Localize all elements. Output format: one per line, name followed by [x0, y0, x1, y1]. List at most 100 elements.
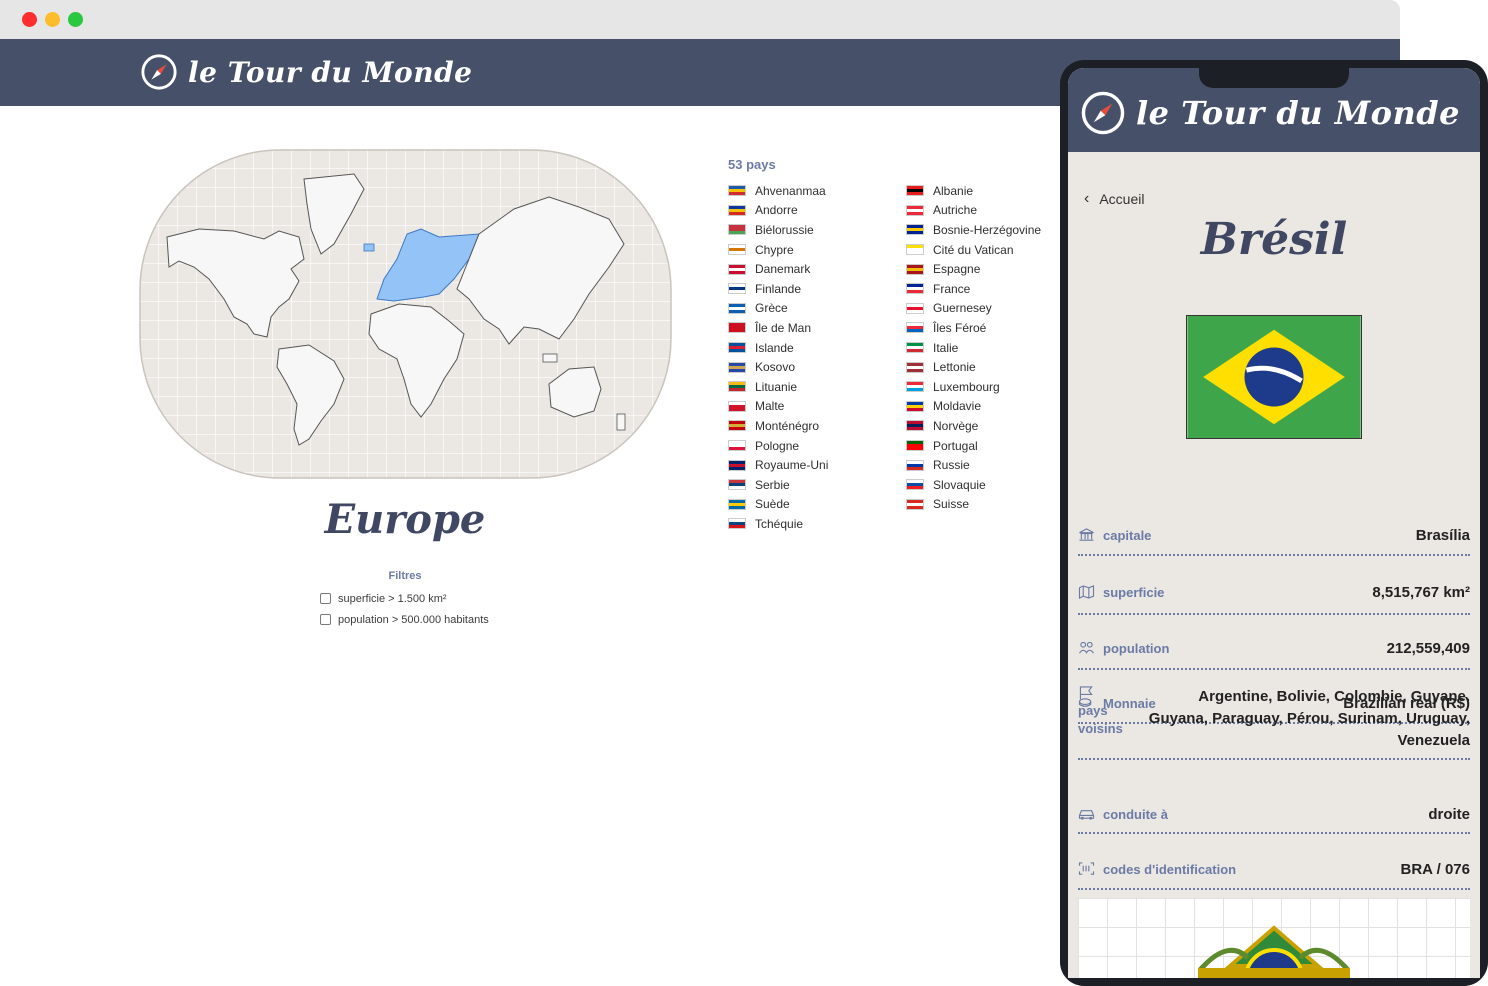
- country-list-item[interactable]: Royaume-Uni: [728, 455, 828, 475]
- country-name: Pologne: [755, 438, 800, 453]
- flag-icon: [728, 440, 746, 452]
- flag-icon: [906, 244, 924, 256]
- country-list-item[interactable]: Malte: [728, 397, 828, 417]
- country-list-item[interactable]: Danemark: [728, 259, 828, 279]
- country-list-item[interactable]: Islande: [728, 338, 828, 358]
- country-list-item[interactable]: Tchéquie: [728, 514, 828, 534]
- country-name: Moldavie: [933, 399, 982, 414]
- compass-icon: [141, 54, 177, 90]
- country-list-item[interactable]: Monténégro: [728, 416, 828, 436]
- compass-icon: [1081, 91, 1125, 135]
- country-list-item[interactable]: Moldavie: [906, 397, 1041, 417]
- fact-row: population 212,559,409: [1078, 628, 1470, 670]
- country-list-item[interactable]: Russie: [906, 455, 1041, 475]
- country-list-item[interactable]: Luxembourg: [906, 377, 1041, 397]
- country-list-item[interactable]: Cité du Vatican: [906, 240, 1041, 260]
- mobile-logo-text: le Tour du Monde: [1136, 94, 1460, 132]
- coat-of-arms-card: [1078, 898, 1470, 978]
- country-list-item[interactable]: Albanie: [906, 181, 1041, 201]
- world-map[interactable]: [139, 149, 672, 479]
- country-list-item[interactable]: Îles Féroé: [906, 318, 1041, 338]
- people-icon: [1079, 641, 1094, 654]
- country-name: Russie: [933, 458, 970, 473]
- country-name: France: [933, 281, 971, 296]
- flag-icon: [728, 479, 746, 491]
- country-name: Îles Féroé: [933, 320, 987, 335]
- fact-row: codes d'identification BRA / 076: [1078, 850, 1470, 890]
- barcode-icon: [1078, 862, 1095, 875]
- country-list-item[interactable]: Espagne: [906, 259, 1041, 279]
- country-list-item[interactable]: Ahvenanmaa: [728, 181, 828, 201]
- minimize-window-dot[interactable]: [45, 12, 60, 27]
- country-list-item[interactable]: Norvège: [906, 416, 1041, 436]
- mobile-logo[interactable]: le Tour du Monde: [1080, 90, 1460, 136]
- flag-icon: [906, 440, 924, 452]
- flag-icon: [728, 518, 746, 530]
- country-list-item[interactable]: Italie: [906, 338, 1041, 358]
- flag-icon: [728, 244, 746, 256]
- flag-icon: [728, 302, 746, 314]
- flag-icon: [906, 420, 924, 432]
- country-name: Cité du Vatican: [933, 242, 1014, 257]
- country-list-item[interactable]: Serbie: [728, 475, 828, 495]
- country-list-item[interactable]: Lettonie: [906, 357, 1041, 377]
- country-name: Finlande: [755, 281, 802, 296]
- flag-icon: [728, 283, 746, 295]
- close-window-dot[interactable]: [22, 12, 37, 27]
- country-list-item[interactable]: Finlande: [728, 279, 828, 299]
- flag-icon: [728, 400, 746, 412]
- filter-population[interactable]: population > 500.000 habitants: [320, 609, 580, 630]
- fact-value: Argentine, Bolivie, Colombie, Guyane, Gu…: [1148, 688, 1470, 749]
- country-list-item[interactable]: Suède: [728, 495, 828, 515]
- country-list-item[interactable]: Biélorussie: [728, 220, 828, 240]
- country-name: Île de Man: [755, 320, 812, 335]
- fact-label-text: conduite à: [1103, 806, 1169, 822]
- country-list-item[interactable]: Île de Man: [728, 318, 828, 338]
- country-name: Biélorussie: [755, 222, 814, 237]
- country-list-item[interactable]: Grèce: [728, 299, 828, 319]
- site-logo[interactable]: le Tour du Monde: [140, 53, 472, 91]
- region-title: Europe: [324, 496, 486, 543]
- fact-value: 212,559,409: [1386, 639, 1470, 657]
- filter-area[interactable]: superficie > 1.500 km²: [320, 588, 580, 609]
- country-name: Suisse: [933, 497, 970, 512]
- country-list-item[interactable]: Lituanie: [728, 377, 828, 397]
- country-name: Suède: [755, 497, 790, 512]
- country-list-item[interactable]: Portugal: [906, 436, 1041, 456]
- country-list-item[interactable]: Slovaquie: [906, 475, 1041, 495]
- back-link[interactable]: ‹ Accueil: [1084, 190, 1144, 208]
- country-count: 53 pays: [728, 157, 776, 172]
- flag-icon: [906, 224, 924, 236]
- country-title: Brésil: [1200, 214, 1348, 265]
- flag-icon: [906, 263, 924, 275]
- country-name: Portugal: [933, 438, 978, 453]
- coat-of-arms-image: [1198, 925, 1350, 978]
- country-list-item[interactable]: Autriche: [906, 201, 1041, 221]
- map-icon: [1078, 585, 1095, 599]
- filter-area-checkbox[interactable]: [320, 593, 331, 604]
- country-list-item[interactable]: Suisse: [906, 495, 1041, 515]
- country-list-item[interactable]: Guernesey: [906, 299, 1041, 319]
- country-name: Andorre: [755, 203, 798, 218]
- country-name: Royaume-Uni: [755, 458, 829, 473]
- flag-icon: [906, 204, 924, 216]
- country-name: Slovaquie: [933, 477, 986, 492]
- fact-row: superficie 8,515,767 km²: [1078, 571, 1470, 615]
- country-list-item[interactable]: Chypre: [728, 240, 828, 260]
- filter-population-checkbox[interactable]: [320, 614, 331, 625]
- country-name: Monténégro: [755, 418, 820, 433]
- chevron-left-icon: ‹: [1084, 190, 1090, 207]
- country-name: Grèce: [755, 301, 788, 316]
- country-list-item[interactable]: France: [906, 279, 1041, 299]
- country-name: Danemark: [755, 262, 811, 277]
- country-list-item[interactable]: Bosnie-Herzégovine: [906, 220, 1041, 240]
- fact-label-text: population: [1103, 640, 1170, 656]
- fact-label: conduite à: [1078, 807, 1168, 822]
- maximize-window-dot[interactable]: [68, 12, 83, 27]
- flag-icon: [728, 498, 746, 510]
- country-list-right: Albanie Autriche Bosnie-Herzégovine Cité du…: [906, 181, 1041, 514]
- country-name: Autriche: [933, 203, 978, 218]
- country-list-item[interactable]: Pologne: [728, 436, 828, 456]
- country-list-item[interactable]: Andorre: [728, 201, 828, 221]
- country-list-item[interactable]: Kosovo: [728, 357, 828, 377]
